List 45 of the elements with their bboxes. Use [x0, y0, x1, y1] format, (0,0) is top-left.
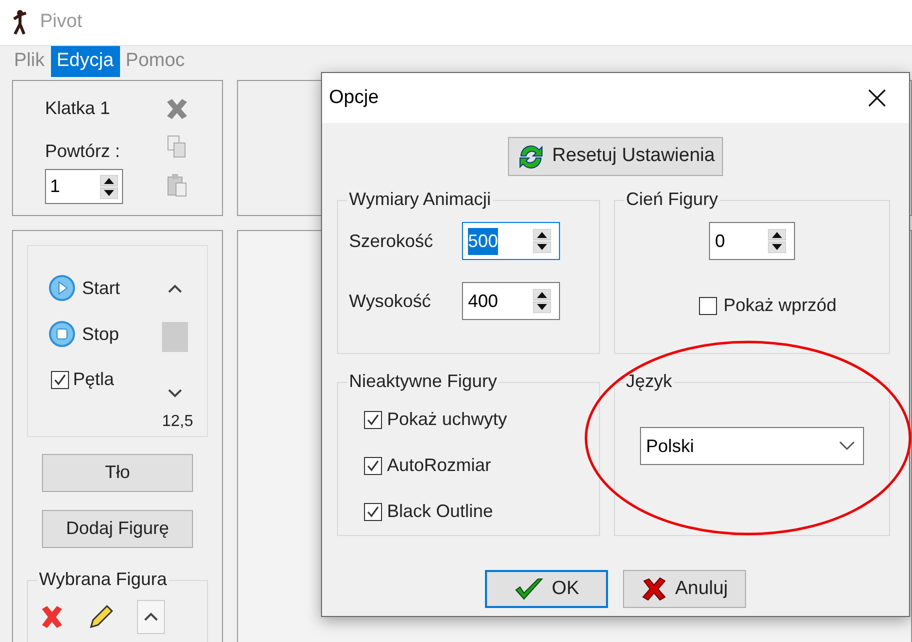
language-dropdown[interactable]: Polski: [640, 427, 864, 465]
cross-icon: [641, 576, 668, 602]
shadow-field[interactable]: 0: [709, 222, 795, 260]
field-label: Szerokość: [349, 230, 434, 252]
dialog-title: Opcje: [329, 86, 379, 110]
checkbox[interactable]: [364, 502, 382, 520]
playback-label[interactable]: Stop: [82, 320, 120, 348]
spin-arrows-icon[interactable]: [533, 229, 551, 253]
checkbox-label[interactable]: Black Outline: [387, 498, 494, 525]
checkbox-label[interactable]: Pokaż uchwyty: [387, 406, 508, 433]
chevron-down-icon: [839, 441, 855, 451]
menu-item[interactable]: Edycja: [50, 46, 120, 77]
delete-icon[interactable]: [39, 604, 65, 630]
number-field[interactable]: 400: [462, 282, 560, 320]
check-icon: [514, 576, 544, 602]
side-button[interactable]: Dodaj Figurę: [42, 510, 193, 548]
close-icon[interactable]: [867, 88, 887, 108]
stop-circle-icon[interactable]: [48, 320, 76, 348]
checkbox[interactable]: [364, 410, 382, 428]
checkbox[interactable]: [51, 370, 69, 388]
repeat-field[interactable]: 1: [45, 169, 123, 204]
checkbox-label[interactable]: AutoRozmiar: [387, 452, 492, 479]
scroll-up-icon[interactable]: [137, 600, 165, 634]
frame-label: Klatka 1: [45, 97, 112, 120]
reset-button[interactable]: Resetuj Ustawienia: [508, 137, 723, 176]
delete-icon[interactable]: [164, 97, 190, 121]
playback-label[interactable]: Start: [82, 274, 120, 302]
spin-arrows-icon[interactable]: [768, 229, 786, 253]
window-title: Pivot: [40, 10, 82, 34]
spin-arrows-icon[interactable]: [533, 289, 551, 313]
checkbox[interactable]: [699, 296, 718, 314]
pencil-icon[interactable]: [87, 602, 115, 631]
side-button[interactable]: Tło: [42, 454, 193, 492]
dialog-button[interactable]: Anuluj: [623, 570, 746, 608]
speed-value: 12,5: [162, 412, 194, 432]
checkbox[interactable]: [364, 456, 382, 474]
checkbox-label[interactable]: Pokaż wprzód: [723, 292, 837, 319]
stick-figure-icon: [12, 10, 28, 36]
play-circle-icon[interactable]: [48, 274, 76, 302]
field-label: Wysokość: [349, 290, 432, 313]
dialog-button[interactable]: OK: [485, 570, 608, 608]
repeat-label: Powtórz :: [45, 140, 122, 163]
spin-arrows-icon[interactable]: [100, 174, 118, 198]
loop-label[interactable]: Pętla: [73, 366, 114, 393]
number-field[interactable]: 500: [462, 222, 560, 260]
